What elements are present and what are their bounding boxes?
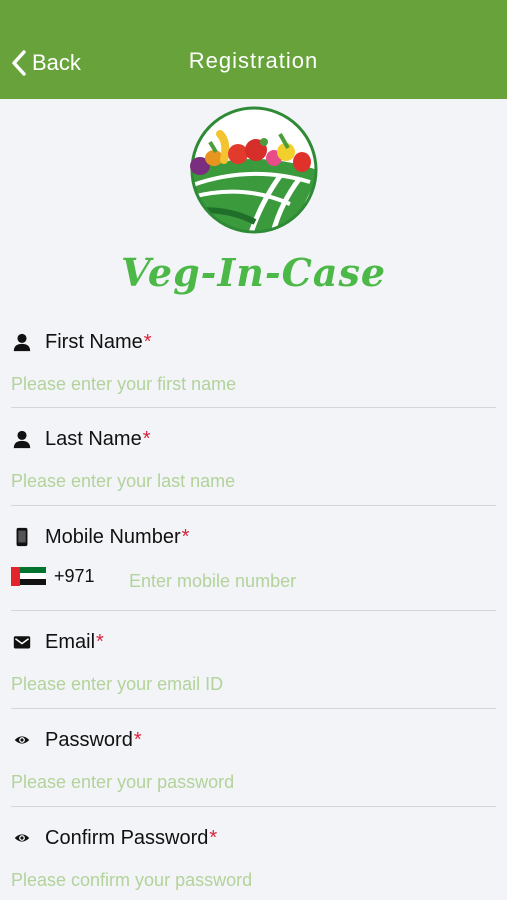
first-name-field: First Name * [11, 328, 496, 408]
nav-bar: Back Registration [0, 0, 507, 99]
password-label: Password * [11, 726, 142, 754]
person-icon [11, 428, 33, 450]
email-field: Email * [11, 628, 496, 709]
mobile-number-field: Mobile Number * +971 [11, 523, 496, 611]
required-mark: * [96, 630, 104, 653]
brand-name: Veg-In-Case [120, 250, 387, 295]
last-name-label: Last Name * [11, 425, 151, 453]
mobile-number-input[interactable] [129, 567, 489, 595]
confirm-password-input[interactable] [11, 866, 491, 894]
mail-icon [11, 631, 33, 653]
email-label: Email * [11, 628, 104, 656]
last-name-field: Last Name * [11, 425, 496, 506]
veg-in-case-logo [190, 106, 318, 234]
page-title: Registration [188, 48, 319, 73]
first-name-label: First Name * [11, 328, 152, 356]
eye-icon[interactable] [11, 729, 33, 751]
country-code[interactable]: +971 [54, 566, 95, 587]
required-mark: * [142, 427, 151, 450]
person-icon [11, 331, 33, 353]
email-input[interactable] [11, 670, 491, 698]
password-input[interactable] [11, 768, 491, 796]
mobile-number-label: Mobile Number * [11, 523, 189, 551]
required-mark: * [181, 525, 190, 548]
uae-flag-icon[interactable] [11, 566, 46, 586]
phone-icon [11, 526, 33, 548]
confirm-password-field: Confirm Password * [11, 824, 496, 900]
required-mark: * [209, 826, 218, 849]
required-mark: * [133, 728, 142, 751]
password-field: Password * [11, 726, 496, 807]
last-name-input[interactable] [11, 467, 491, 495]
required-mark: * [143, 330, 152, 353]
first-name-input[interactable] [11, 370, 491, 398]
phone-row: +971 [11, 561, 95, 591]
eye-icon[interactable] [11, 827, 33, 849]
confirm-password-label: Confirm Password * [11, 824, 217, 852]
